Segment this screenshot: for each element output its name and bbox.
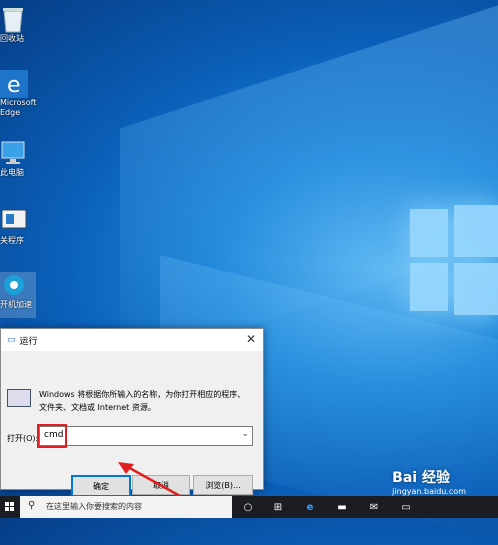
open-input[interactable]: cmd ⌄ — [39, 426, 253, 446]
app-icon-2 — [0, 272, 26, 298]
dialog-description: Windows 将根据你所输入的名称，为你打开相应的程序、文件夹、文档或 Int… — [39, 390, 246, 412]
dialog-titlebar[interactable]: ▭ 运行 — [1, 329, 263, 351]
taskbar-app-icon[interactable]: ⊞ — [264, 496, 292, 518]
file-explorer-icon[interactable]: ▬ — [328, 496, 356, 518]
dialog-title: 运行 — [19, 336, 38, 347]
desktop-icon-label: 此电脑 — [0, 168, 24, 177]
watermark-url: jingyan.baidu.com — [392, 487, 466, 496]
recycle-bin-icon — [0, 6, 26, 33]
task-view-icon[interactable]: ○ — [234, 496, 262, 518]
watermark-title: Bai 经验 — [392, 470, 450, 486]
desktop-icon-label: 开机加速 — [0, 300, 32, 309]
close-icon[interactable]: ✕ — [243, 332, 259, 346]
windows-icon — [5, 502, 14, 511]
chevron-down-icon[interactable]: ⌄ — [241, 429, 249, 439]
desktop-icon-recycle-bin[interactable]: 回收站 — [0, 6, 40, 44]
this-pc-icon — [0, 140, 26, 166]
run-program-icon — [7, 389, 31, 407]
run-taskbar-icon[interactable]: ▭ — [392, 496, 420, 518]
highlight-box — [37, 424, 67, 448]
desktop-icon-label: 关程序 — [0, 236, 24, 245]
edge-icon: e — [0, 70, 28, 98]
windows-logo-wallpaper — [408, 205, 498, 315]
search-icon: ⚲ — [28, 500, 36, 511]
watermark: Bai 经验 jingyan.baidu.com — [392, 467, 466, 496]
desktop-icon-label: Microsoft Edge — [0, 98, 37, 117]
mail-icon[interactable]: ✉ — [360, 496, 388, 518]
search-placeholder: 在这里输入你要搜索的内容 — [46, 502, 142, 511]
open-label: 打开(O): — [7, 434, 39, 443]
start-button[interactable] — [0, 496, 20, 518]
taskbar: ⚲ 在这里输入你要搜索的内容 ○ ⊞ e ▬ ✉ ▭ — [0, 496, 498, 518]
desktop-icon-edge[interactable]: e Microsoft Edge — [0, 70, 40, 118]
desktop-icon-app[interactable]: 关程序 — [0, 208, 40, 246]
browse-button[interactable]: 浏览(B)... — [193, 475, 253, 495]
search-box[interactable]: ⚲ 在这里输入你要搜索的内容 — [20, 496, 232, 518]
run-title-icon: ▭ — [7, 335, 16, 345]
desktop-icon-app-2[interactable]: 开机加速 — [0, 272, 36, 318]
svg-text:e: e — [7, 73, 21, 98]
edge-taskbar-icon[interactable]: e — [296, 496, 324, 518]
desktop-icon-this-pc[interactable]: 此电脑 — [0, 140, 40, 178]
arrow-annotation — [118, 462, 181, 498]
desktop-icon-label: 回收站 — [0, 34, 24, 43]
app-icon — [0, 208, 27, 234]
